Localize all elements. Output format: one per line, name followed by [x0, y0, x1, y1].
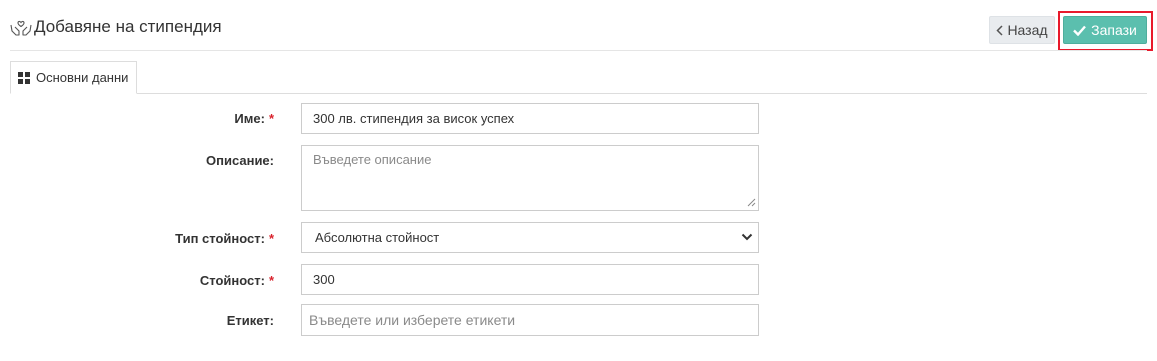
tabs-divider [10, 93, 1147, 94]
resize-grip-icon[interactable] [747, 198, 756, 207]
tab-main-data-label: Основни данни [36, 70, 129, 85]
value-type-selected: Абсолютна стойност [315, 230, 440, 245]
value-type-label: Тип стойност: * [175, 231, 274, 246]
required-mark: * [268, 111, 274, 126]
amount-input[interactable] [301, 264, 759, 295]
page-header: Добавяне на стипендия Назад Запази [0, 0, 1157, 51]
required-mark: * [268, 273, 274, 288]
header-divider [10, 50, 1147, 51]
tab-main-data[interactable]: Основни данни [10, 61, 137, 94]
back-button[interactable]: Назад [989, 16, 1055, 44]
required-mark: * [268, 231, 274, 246]
hands-heart-icon [10, 20, 32, 36]
description-textarea[interactable] [301, 145, 759, 211]
check-icon [1073, 25, 1087, 36]
tags-input[interactable] [301, 304, 759, 336]
chevron-left-icon [996, 24, 1003, 36]
amount-label: Стойност: * [199, 273, 274, 288]
save-button[interactable]: Запази [1063, 16, 1147, 44]
description-label: Описание: [206, 153, 274, 168]
back-button-label: Назад [1007, 22, 1048, 38]
value-type-select[interactable]: Абсолютна стойност [301, 222, 759, 253]
chevron-down-icon [741, 233, 753, 241]
name-label: Име: * [234, 111, 274, 126]
grid-icon [18, 71, 30, 84]
page-title: Добавяне на стипендия [34, 17, 222, 36]
save-button-label: Запази [1091, 22, 1137, 38]
tags-label: Етикет: [226, 313, 274, 328]
name-input[interactable] [301, 103, 759, 134]
